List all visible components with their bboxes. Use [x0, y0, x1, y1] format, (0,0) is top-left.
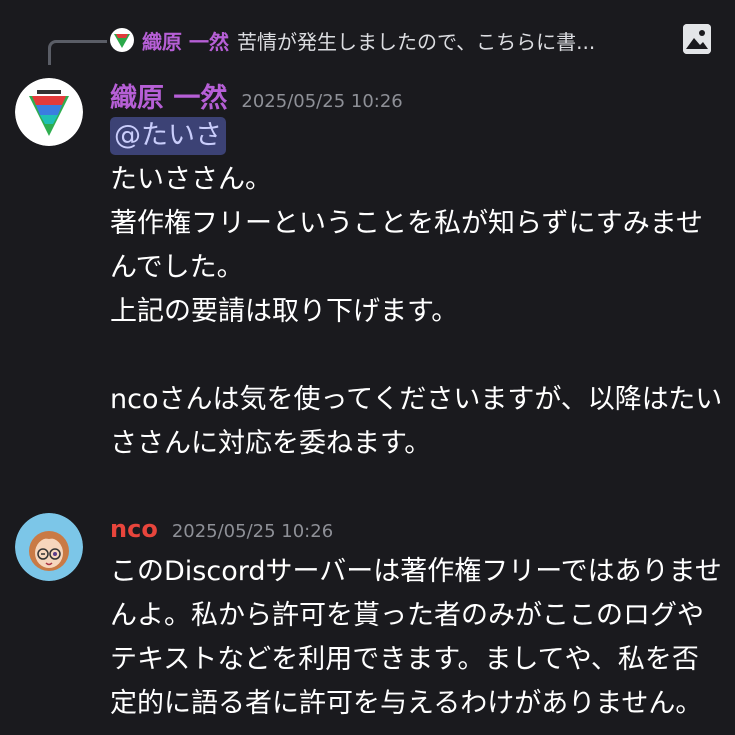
user-avatar[interactable]: [15, 513, 83, 581]
reply-reference[interactable]: 織原 一然 苦情が発生しましたので、こちらに書...: [110, 22, 595, 58]
image-attachment-icon[interactable]: [683, 24, 711, 54]
reply-snippet[interactable]: 苦情が発生しましたので、こちらに書...: [237, 26, 595, 55]
message-line: 上記の要請は取り下げます。: [110, 296, 459, 327]
reply-connector: [48, 40, 107, 65]
message-line: [110, 334, 730, 378]
reply-avatar[interactable]: [110, 28, 134, 52]
message-line: んよ。私から許可を貰った者のみがここのログや: [110, 600, 704, 631]
message-line: 著作権フリーということを私が知らずにすみませ: [110, 208, 703, 239]
message-line: テキストなどを利用できます。ましてや、私を否: [110, 644, 699, 675]
message-timestamp: 2025/05/25 10:26: [171, 521, 334, 542]
message-line: ncoさんは気を使ってくださいますが、以降はたい: [110, 384, 723, 415]
message-line: このDiscordサーバーは著作権フリーではありませ: [110, 556, 722, 587]
message-author[interactable]: nco: [110, 515, 158, 543]
message-line: 定的に語る者に許可を与えるわけがありません。: [110, 688, 703, 719]
message-line: んでした。: [110, 252, 244, 283]
message-timestamp: 2025/05/25 10:26: [241, 91, 403, 112]
reply-author[interactable]: 織原 一然: [142, 26, 229, 55]
message-content: このDiscordサーバーは著作権フリーではありませ んよ。私から許可を貰った者…: [110, 550, 730, 726]
message-author[interactable]: 織原 一然: [110, 76, 227, 115]
message-content: @たいさ たいささん。 著作権フリーということを私が知らずにすみませ んでした。…: [110, 114, 730, 466]
user-mention[interactable]: @たいさ: [110, 117, 226, 155]
message-line: ささんに対応を委ねます。: [110, 428, 432, 459]
user-avatar[interactable]: [15, 78, 83, 146]
message-line: たいささん。: [110, 164, 272, 195]
